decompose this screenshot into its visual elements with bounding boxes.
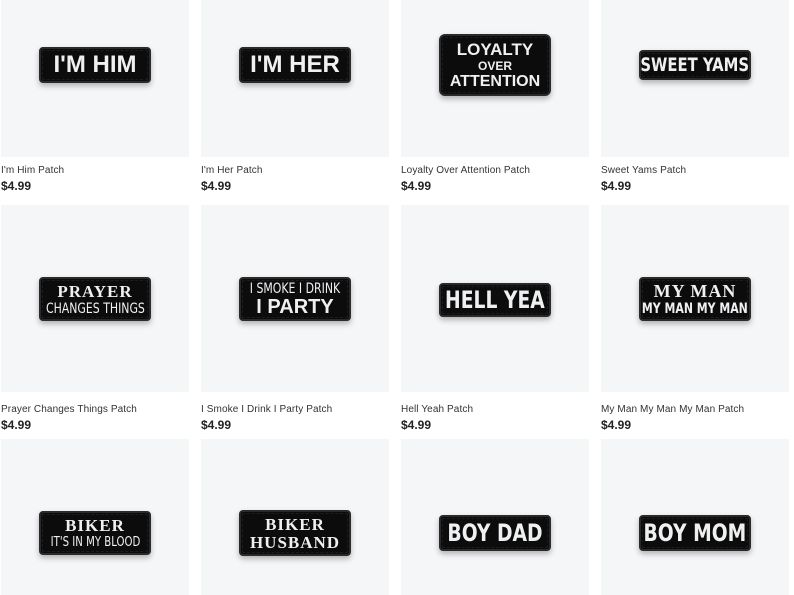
product-image[interactable]: MY MAN MY MAN MY MAN xyxy=(601,205,789,392)
patch-graphic: HELL YEA xyxy=(439,283,551,317)
product-title[interactable]: I Smoke I Drink I Party Patch xyxy=(201,404,332,415)
product-title[interactable]: Hell Yeah Patch xyxy=(401,404,473,415)
patch-graphic: BOY DAD xyxy=(439,515,551,551)
product-card[interactable]: I'M HER I'm Her Patch $4.99 xyxy=(201,0,389,193)
product-card[interactable]: I SMOKE I DRINK I PARTY I Smoke I Drink … xyxy=(201,205,389,432)
product-price: $4.99 xyxy=(401,179,432,193)
patch-text: I SMOKE I DRINK xyxy=(249,280,341,297)
product-card[interactable]: MY MAN MY MAN MY MAN My Man My Man My Ma… xyxy=(601,205,789,432)
product-card[interactable]: LOYALTY OVER ATTENTION Loyalty Over Atte… xyxy=(401,0,589,193)
product-card[interactable]: HELL YEA Hell Yeah Patch $4.99 xyxy=(401,205,589,432)
patch-graphic: BIKER IT'S IN MY BLOOD xyxy=(39,511,151,555)
patch-text: HUSBAND xyxy=(249,532,341,552)
patch-text: I'M HIM xyxy=(53,51,137,78)
product-price: $4.99 xyxy=(401,418,432,432)
product-title[interactable]: Loyalty Over Attention Patch xyxy=(401,165,530,176)
product-title[interactable]: Sweet Yams Patch xyxy=(601,165,686,176)
product-image[interactable]: I'M HER xyxy=(201,0,389,157)
patch-text: MY MAN xyxy=(653,281,737,301)
product-image[interactable]: BOY DAD xyxy=(401,439,589,595)
patch-text: BOY DAD xyxy=(447,519,543,547)
patch-graphic: I'M HIM xyxy=(39,47,151,83)
patch-graphic: I SMOKE I DRINK I PARTY xyxy=(239,277,351,321)
product-title[interactable]: I'm Her Patch xyxy=(201,165,263,176)
product-card[interactable]: SWEET YAMS Sweet Yams Patch $4.99 xyxy=(601,0,789,193)
patch-text: BIKER xyxy=(65,516,125,535)
product-image[interactable]: BIKER IT'S IN MY BLOOD xyxy=(1,439,189,595)
patch-text: BIKER xyxy=(265,514,325,534)
patch-text: I'M HER xyxy=(250,51,340,78)
product-title[interactable]: Prayer Changes Things Patch xyxy=(1,404,137,415)
product-card[interactable]: BIKER IT'S IN MY BLOOD xyxy=(1,439,189,595)
product-card[interactable]: BOY DAD xyxy=(401,439,589,595)
patch-graphic: BOY MOM xyxy=(639,515,751,551)
product-title[interactable]: My Man My Man My Man Patch xyxy=(601,404,744,415)
product-price: $4.99 xyxy=(201,179,232,193)
product-title[interactable]: I'm Him Patch xyxy=(1,165,64,176)
patch-text: PRAYER xyxy=(57,281,133,301)
patch-graphic: BIKER HUSBAND xyxy=(239,510,351,556)
product-image[interactable]: SWEET YAMS xyxy=(601,0,789,157)
patch-graphic: LOYALTY OVER ATTENTION xyxy=(439,34,551,96)
patch-text: MY MAN MY MAN xyxy=(642,301,748,317)
product-image[interactable]: BOY MOM xyxy=(601,439,789,595)
product-image[interactable]: I SMOKE I DRINK I PARTY xyxy=(201,205,389,392)
product-card[interactable]: BIKER HUSBAND xyxy=(201,439,389,595)
product-price: $4.99 xyxy=(1,418,32,432)
product-card[interactable]: I'M HIM I'm Him Patch $4.99 xyxy=(1,0,189,193)
patch-text: OVER xyxy=(477,58,512,73)
patch-text: I PARTY xyxy=(256,295,334,318)
patch-text: BOY MOM xyxy=(643,519,747,547)
patch-graphic: SWEET YAMS xyxy=(639,50,751,80)
product-price: $4.99 xyxy=(201,418,232,432)
patch-graphic: MY MAN MY MAN MY MAN xyxy=(639,277,751,321)
product-price: $4.99 xyxy=(1,179,32,193)
patch-text: SWEET YAMS xyxy=(640,53,750,76)
product-image[interactable]: BIKER HUSBAND xyxy=(201,439,389,595)
patch-text: ATTENTION xyxy=(449,72,541,90)
patch-text: IT'S IN MY BLOOD xyxy=(50,535,140,550)
product-price: $4.99 xyxy=(601,179,632,193)
product-card[interactable]: BOY MOM xyxy=(601,439,789,595)
product-image[interactable]: LOYALTY OVER ATTENTION xyxy=(401,0,589,157)
patch-text: LOYALTY xyxy=(456,39,534,59)
patch-text: CHANGES THINGS xyxy=(45,300,145,317)
product-image[interactable]: I'M HIM xyxy=(1,0,189,157)
product-price: $4.99 xyxy=(601,418,632,432)
product-image[interactable]: HELL YEA xyxy=(401,205,589,392)
product-image[interactable]: PRAYER CHANGES THINGS xyxy=(1,205,189,392)
product-card[interactable]: PRAYER CHANGES THINGS Prayer Changes Thi… xyxy=(1,205,189,432)
patch-text: HELL YEA xyxy=(445,286,545,314)
patch-graphic: PRAYER CHANGES THINGS xyxy=(39,277,151,321)
patch-graphic: I'M HER xyxy=(239,47,351,83)
